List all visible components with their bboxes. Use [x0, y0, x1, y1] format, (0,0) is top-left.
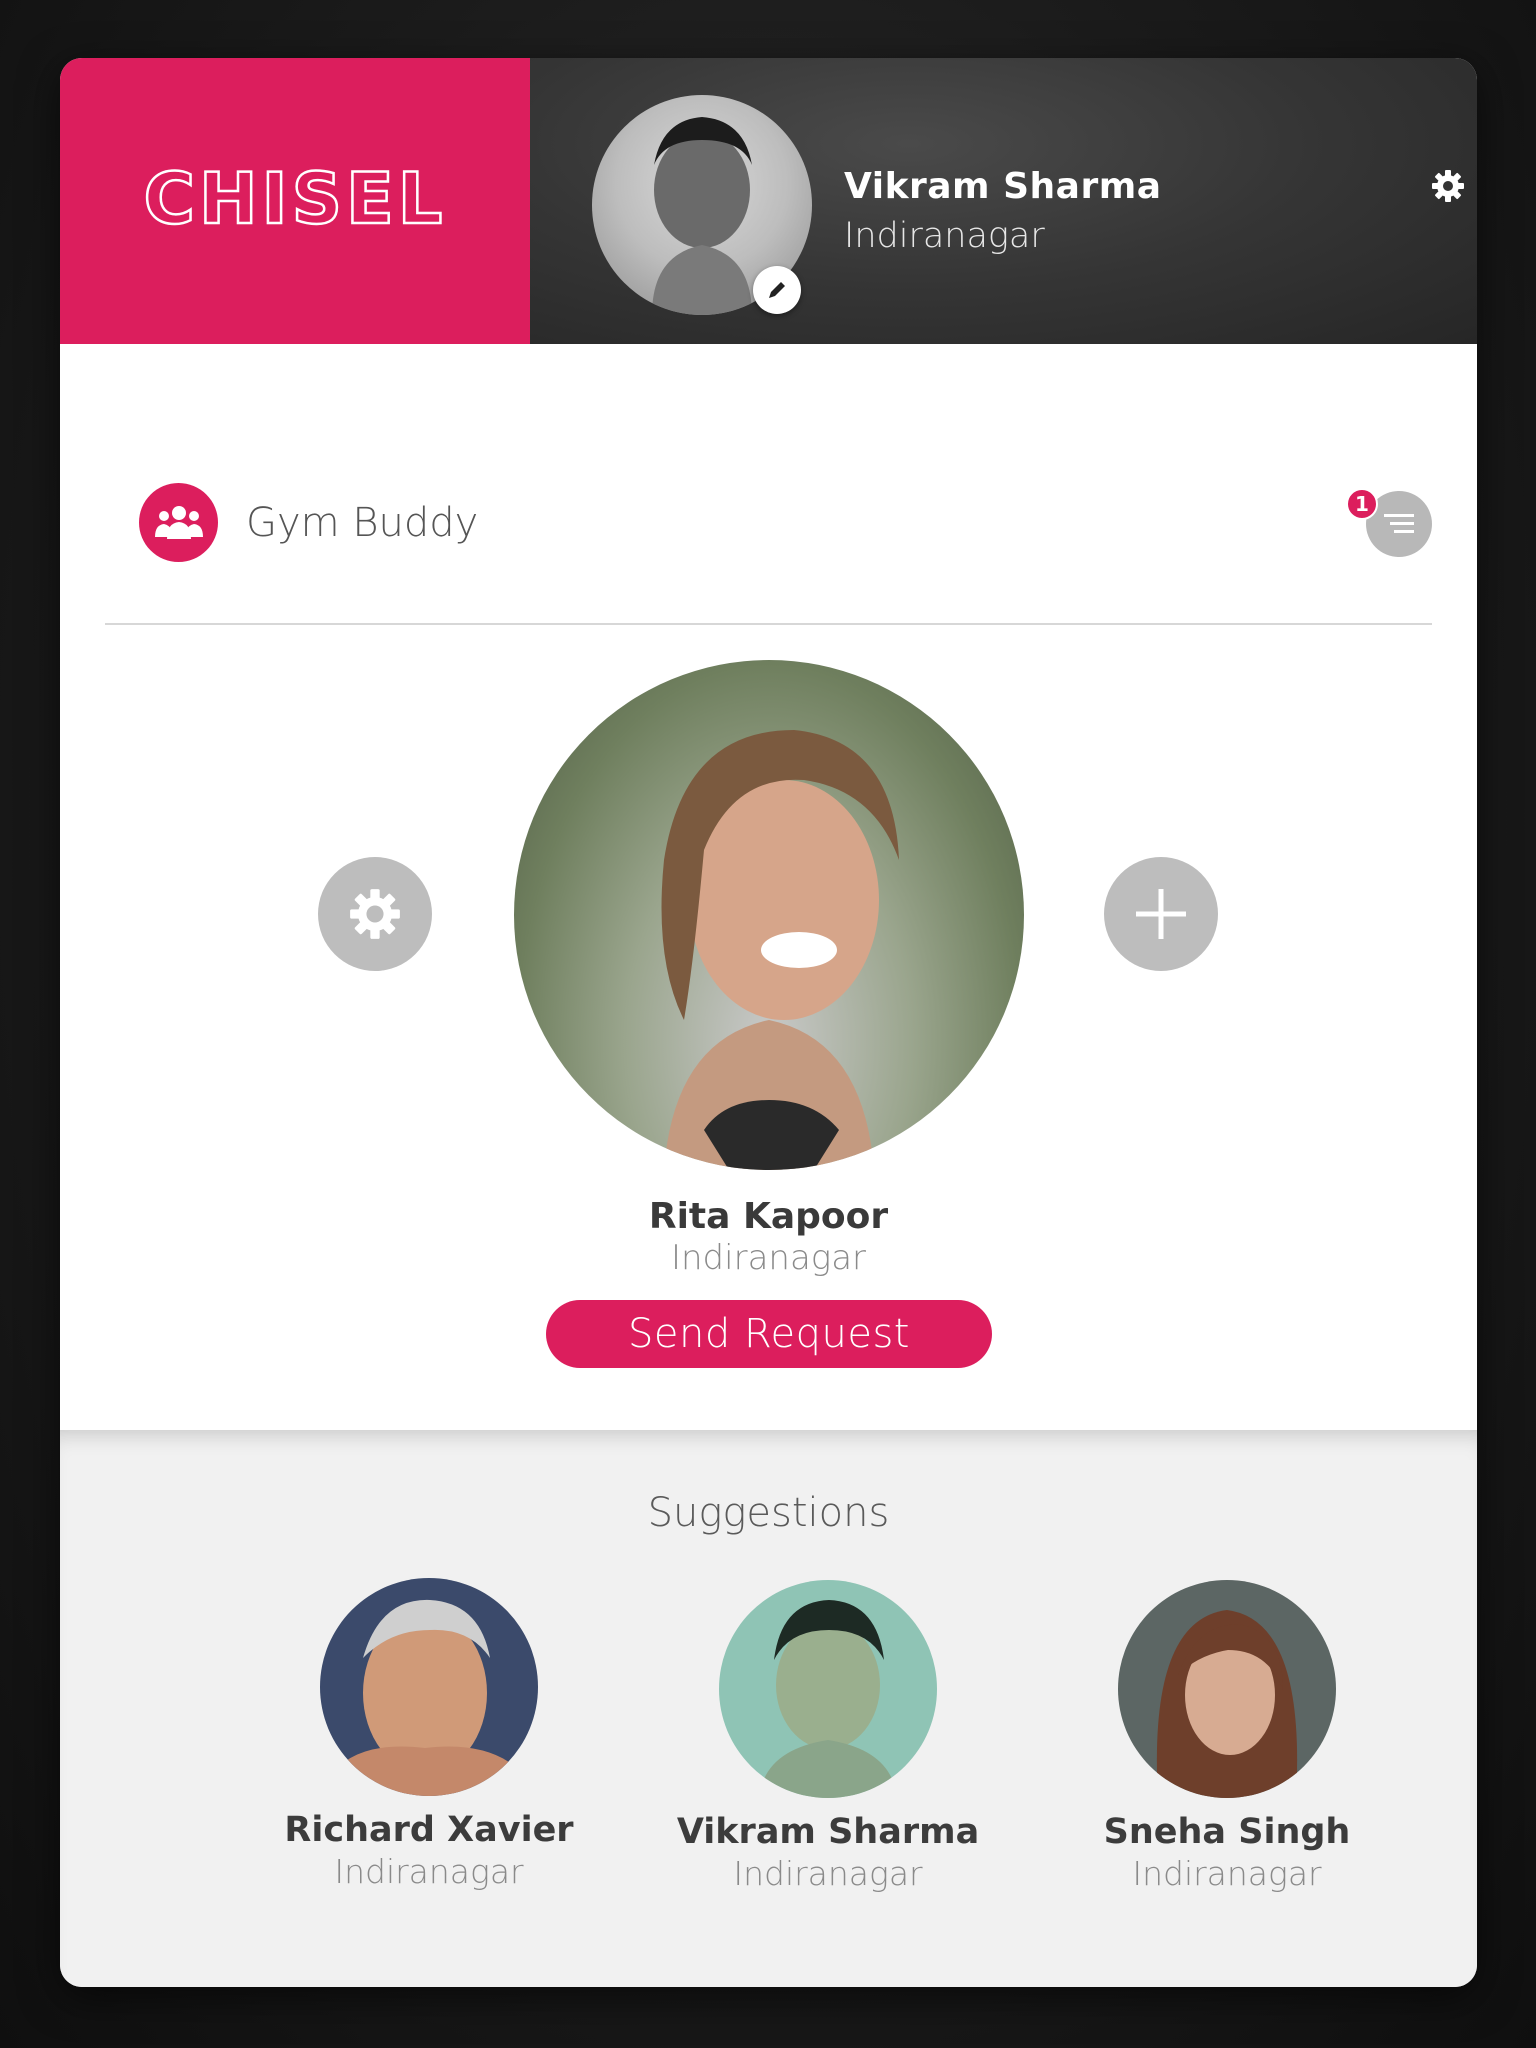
- edit-avatar-button[interactable]: [753, 266, 801, 314]
- suggestion-name: Sneha Singh: [1103, 1812, 1351, 1852]
- group-icon: [139, 483, 218, 562]
- featured-photo-art: [661, 730, 899, 1170]
- plus-icon: [1136, 889, 1186, 939]
- chisel-logo: CHISEL: [142, 161, 447, 241]
- featured-name: Rita Kapoor: [648, 1196, 889, 1237]
- profile-bar: Vikram Sharma Indiranagar: [530, 58, 1477, 344]
- suggestion-avatar: [320, 1578, 538, 1796]
- notification-badge: 1: [1346, 488, 1378, 520]
- pencil-icon: [769, 282, 785, 298]
- suggestion-avatar: [719, 1580, 937, 1798]
- suggestions-title: Suggestions: [647, 1490, 890, 1536]
- settings-gear-icon[interactable]: [1430, 168, 1466, 204]
- suggestion-card[interactable]: Richard Xavier Indiranagar: [269, 1578, 589, 1891]
- app-card: CHISEL Vikram Sharma Indiranagar Gym Bud…: [60, 58, 1477, 1987]
- suggestion-name: Richard Xavier: [284, 1810, 574, 1850]
- suggestion-name: Vikram Sharma: [676, 1812, 980, 1852]
- section-header: Gym Buddy 1: [60, 344, 1477, 624]
- suggestion-avatar: [1118, 1580, 1336, 1798]
- list-icon: [1384, 514, 1414, 533]
- featured-profile-photo[interactable]: [514, 660, 1024, 1170]
- user-location: Indiranagar: [844, 216, 1045, 256]
- suggestion-card[interactable]: Sneha Singh Indiranagar: [1067, 1580, 1387, 1893]
- svg-text:CHISEL: CHISEL: [144, 161, 447, 240]
- suggestion-location: Indiranagar: [1132, 1854, 1322, 1893]
- suggestion-location: Indiranagar: [733, 1854, 923, 1893]
- send-request-button[interactable]: Send Request: [546, 1300, 992, 1368]
- section-title: Gym Buddy: [246, 500, 479, 546]
- header: CHISEL Vikram Sharma Indiranagar: [60, 58, 1477, 344]
- suggestion-location: Indiranagar: [334, 1852, 524, 1891]
- user-name: Vikram Sharma: [844, 166, 1162, 207]
- add-buddy-button[interactable]: [1104, 857, 1218, 971]
- suggestions-panel: Suggestions Richard Xavier Indiranagar V…: [60, 1430, 1477, 1987]
- filter-settings-button[interactable]: [318, 857, 432, 971]
- gear-icon: [350, 889, 400, 939]
- featured-location: Indiranagar: [670, 1238, 867, 1278]
- divider: [105, 623, 1432, 625]
- brand-block: CHISEL: [60, 58, 530, 344]
- suggestion-card[interactable]: Vikram Sharma Indiranagar: [668, 1580, 988, 1893]
